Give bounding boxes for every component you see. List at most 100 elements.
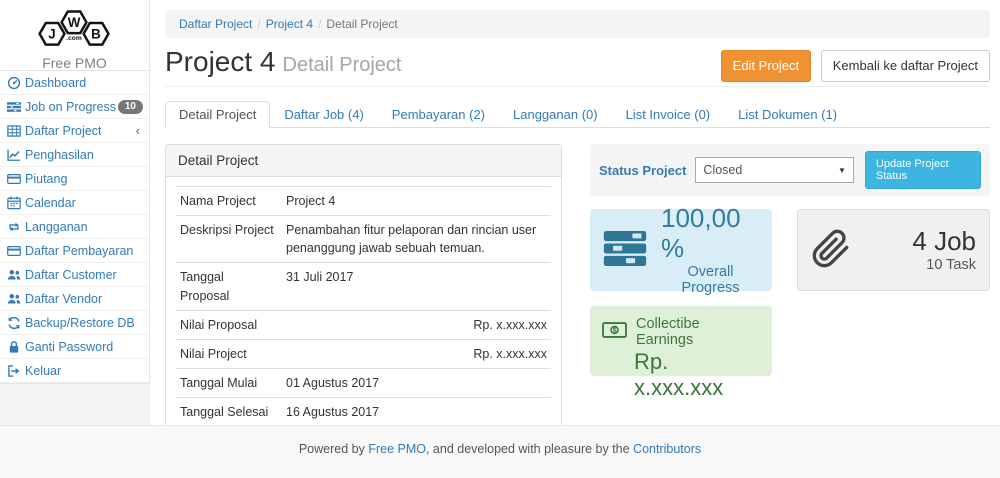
status-project-label: Status Project: [599, 163, 686, 178]
detail-label: Tanggal Selesai: [176, 398, 282, 427]
detail-row-nilai-project: Nilai ProjectRp. x.xxx.xxx: [176, 339, 551, 368]
page-title: Project 4: [165, 46, 276, 77]
tab-langganan-0[interactable]: Langganan (0): [499, 101, 612, 128]
sidebar-item-label: Ganti Password: [25, 340, 113, 354]
sidebar-item-keluar[interactable]: Keluar: [0, 359, 149, 383]
tab-bar: Detail ProjectDaftar Job (4)Pembayaran (…: [165, 101, 990, 128]
jobs-text: 4 Job 10 Task: [912, 227, 976, 273]
progress-text: 100,00 % Overall Progress: [661, 204, 760, 296]
tab-list-dokumen-1[interactable]: List Dokumen (1): [724, 101, 851, 128]
tab-detail-project[interactable]: Detail Project: [165, 101, 270, 128]
footer-static-text: Powered by: [299, 442, 368, 456]
collectible-earnings-box: $ Collectibe Earnings Rp. x.xxx.xxx: [590, 306, 772, 376]
sidebar-item-label: Calendar: [25, 196, 76, 210]
tasks-icon: [7, 100, 25, 114]
logo-block: J W B .com Free PMO: [0, 0, 149, 70]
users-icon: [7, 268, 25, 282]
sidebar-item-piutang[interactable]: Piutang: [0, 167, 149, 191]
sidebar-item-label: Penghasilan: [25, 148, 94, 162]
detail-row-nilai-proposal: Nilai ProposalRp. x.xxx.xxx: [176, 310, 551, 339]
right-column: Status Project Closed ▼ Update Project S…: [590, 144, 990, 376]
main-content: Daftar Project/Project 4/Detail Project …: [150, 0, 1000, 478]
sidebar-item-label: Dashboard: [25, 76, 86, 90]
breadcrumb: Daftar Project/Project 4/Detail Project: [165, 10, 990, 38]
sidebar-menu: DashboardJob on Progress10Daftar Project…: [0, 70, 149, 383]
detail-row-tanggal-mulai: Tanggal Mulai01 Agustus 2017: [176, 368, 551, 397]
sidebar-item-ganti-password[interactable]: Ganti Password: [0, 335, 149, 359]
info-boxes-row: 100,00 % Overall Progress 4 Job 10 T: [590, 209, 990, 291]
sidebar-item-daftar-vendor[interactable]: Daftar Vendor: [0, 287, 149, 311]
jobs-box: 4 Job 10 Task: [797, 209, 990, 291]
logo-letter-top: W: [68, 15, 81, 30]
dashboard-icon: [7, 76, 25, 90]
refresh-icon: [7, 316, 25, 330]
detail-row-tanggal-selesai: Tanggal Selesai16 Agustus 2017: [176, 398, 551, 427]
header-buttons: Edit Project Kembali ke daftar Project: [721, 50, 990, 82]
sidebar-item-langganan[interactable]: Langganan: [0, 215, 149, 239]
sidebar-item-label: Piutang: [25, 172, 67, 186]
detail-value: 01 Agustus 2017: [282, 368, 551, 397]
footer-link-free-pmo[interactable]: Free PMO: [368, 442, 426, 456]
tab-pembayaran-2[interactable]: Pembayaran (2): [378, 101, 499, 128]
detail-row-tanggal-proposal: Tanggal Proposal31 Juli 2017: [176, 263, 551, 310]
footer-link-contributors[interactable]: Contributors: [633, 442, 701, 456]
logo-letter-right: B: [91, 27, 101, 42]
update-project-status-button[interactable]: Update Project Status: [865, 151, 981, 189]
sidebar-item-label: Langganan: [25, 220, 88, 234]
sidebar-item-daftar-project[interactable]: Daftar Project ‹: [0, 119, 149, 143]
detail-label: Nilai Project: [176, 339, 282, 368]
breadcrumb-item-project-4[interactable]: Project 4: [266, 17, 313, 31]
brand-name: Free PMO: [0, 55, 149, 71]
breadcrumb-item-daftar-project[interactable]: Daftar Project: [179, 17, 252, 31]
sign-out-icon: [7, 364, 25, 378]
jobs-value: 4 Job: [912, 227, 976, 257]
detail-value: 16 Agustus 2017: [282, 398, 551, 427]
detail-value: Project 4: [282, 187, 551, 216]
sidebar-item-label: Daftar Customer: [25, 268, 117, 282]
credit-card-icon: [7, 172, 25, 186]
detail-row-deskripsi-project: Deskripsi ProjectPenambahan fitur pelapo…: [176, 216, 551, 263]
page-header: Project 4 Detail Project Edit Project Kem…: [165, 46, 990, 87]
sidebar-item-backup-restore-db[interactable]: Backup/Restore DB: [0, 311, 149, 335]
sidebar-item-label: Keluar: [25, 364, 61, 378]
detail-label: Tanggal Proposal: [176, 263, 282, 310]
breadcrumb-item-detail-project: Detail Project: [326, 17, 397, 31]
tasks-big-icon: [602, 230, 648, 270]
lock-icon: [7, 340, 25, 354]
retweet-icon: [7, 220, 25, 234]
detail-label: Tanggal Mulai: [176, 368, 282, 397]
status-select-value: Closed: [703, 163, 742, 177]
page: J W B .com Free PMO Dashboard Job on Prog…: [0, 0, 1000, 478]
sidebar-item-penghasilan[interactable]: Penghasilan: [0, 143, 149, 167]
sidebar-item-label: Daftar Project: [25, 124, 101, 138]
status-select[interactable]: Closed ▼: [695, 157, 853, 183]
calendar-icon: [7, 196, 25, 210]
paperclip-icon: [811, 225, 851, 276]
sidebar-item-label: Job on Progress: [25, 100, 116, 114]
tab-daftar-job-4[interactable]: Daftar Job (4): [270, 101, 377, 128]
back-to-project-list-button[interactable]: Kembali ke daftar Project: [821, 50, 990, 82]
sidebar-item-calendar[interactable]: Calendar: [0, 191, 149, 215]
page-subtitle: Detail Project: [283, 54, 402, 76]
detail-label: Nilai Proposal: [176, 310, 282, 339]
progress-value: 100,00 %: [661, 204, 760, 264]
select-caret-icon: ▼: [838, 166, 846, 175]
line-chart-icon: [7, 148, 25, 162]
tab-list-invoice-0[interactable]: List Invoice (0): [612, 101, 725, 128]
sidebar-item-daftar-customer[interactable]: Daftar Customer: [0, 263, 149, 287]
panel-title: Detail Project: [166, 145, 561, 177]
svg-text:$: $: [612, 326, 616, 335]
detail-value: 31 Juli 2017: [282, 263, 551, 310]
tasks-value: 10 Task: [912, 257, 976, 273]
overall-progress-box: 100,00 % Overall Progress: [590, 209, 772, 291]
sidebar-item-daftar-pembayaran[interactable]: Daftar Pembayaran: [0, 239, 149, 263]
sidebar-item-dashboard[interactable]: Dashboard: [0, 71, 149, 95]
chevron-left-icon: ‹: [136, 123, 143, 138]
detail-label: Nama Project: [176, 187, 282, 216]
edit-project-button[interactable]: Edit Project: [721, 50, 811, 82]
sidebar-item-job-on-progress[interactable]: Job on Progress10: [0, 95, 149, 119]
detail-value: Rp. x.xxx.xxx: [282, 310, 551, 339]
sidebar: J W B .com Free PMO Dashboard Job on Prog…: [0, 0, 150, 384]
sidebar-item-label: Daftar Vendor: [25, 292, 102, 306]
footer: Powered by Free PMO, and developed with …: [0, 425, 1000, 478]
